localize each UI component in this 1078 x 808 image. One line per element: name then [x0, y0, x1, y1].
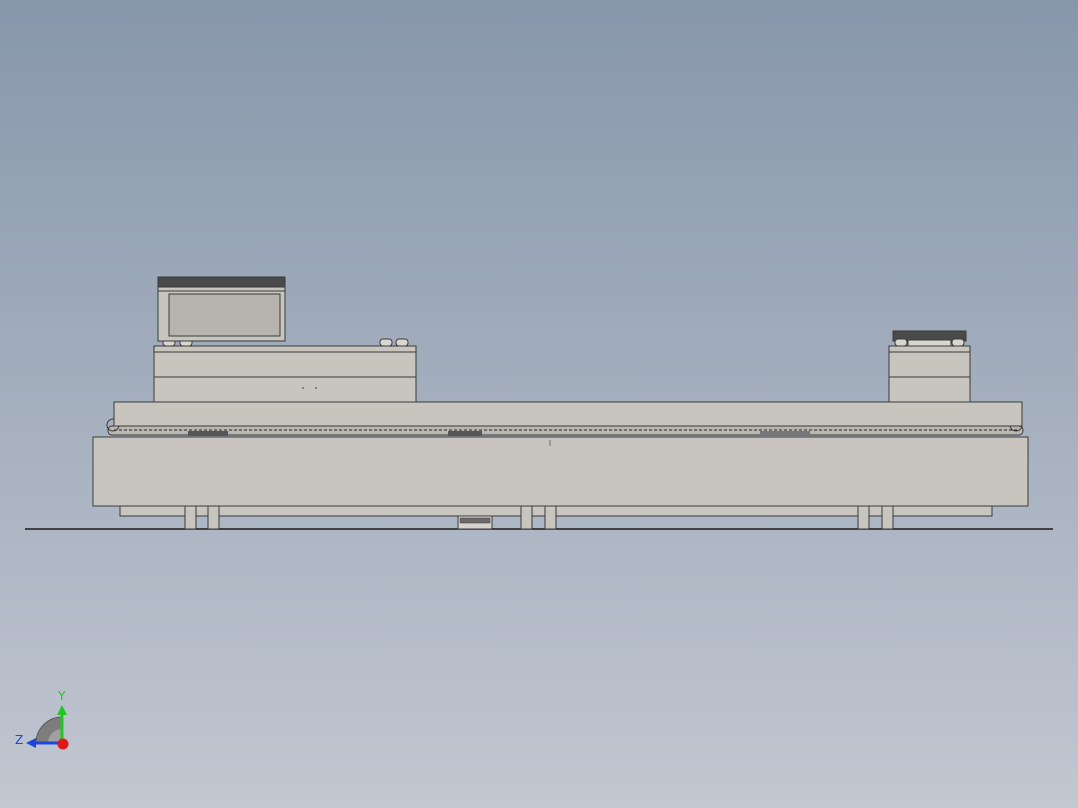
housing-window: [168, 293, 281, 337]
leg[interactable]: [544, 505, 557, 530]
right-top-plate: [907, 339, 952, 347]
bolt: [894, 338, 908, 347]
orientation-triad[interactable]: Y Z: [15, 689, 69, 750]
leg[interactable]: [520, 505, 533, 530]
x-axis-dot: [57, 738, 69, 750]
bolt: [951, 338, 965, 347]
y-axis-label: Y: [57, 689, 66, 703]
left-station-block[interactable]: [153, 345, 417, 403]
main-body[interactable]: [92, 436, 1029, 507]
motor-housing[interactable]: [157, 276, 286, 342]
chain-guide: [448, 431, 482, 436]
right-station[interactable]: [888, 330, 971, 403]
leg[interactable]: [881, 505, 894, 530]
y-axis-head: [57, 705, 67, 715]
leg[interactable]: [207, 505, 220, 530]
chain-guide: [760, 431, 810, 435]
bolt: [379, 338, 393, 347]
z-axis-head: [26, 738, 36, 748]
chain-guide: [188, 431, 228, 436]
housing-top-band: [157, 276, 286, 288]
upper-plate[interactable]: [113, 401, 1023, 427]
left-station[interactable]: [153, 338, 417, 403]
z-axis-label: Z: [15, 733, 23, 747]
right-station-block[interactable]: [888, 345, 971, 403]
model-scene[interactable]: Y Z: [0, 0, 1078, 808]
3d-viewport[interactable]: Y Z: [0, 0, 1078, 808]
center-foot[interactable]: [457, 515, 493, 530]
leg[interactable]: [184, 505, 197, 530]
leg[interactable]: [857, 505, 870, 530]
bolt: [395, 338, 409, 347]
